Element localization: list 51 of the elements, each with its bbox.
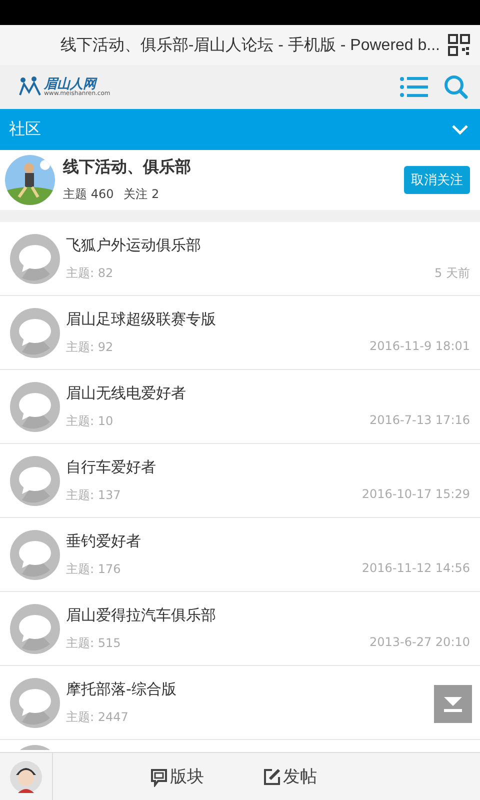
nav-tab[interactable]: 版块 [149,765,204,788]
topic-count: 主题: 176 [66,560,121,578]
chat-bubble-icon [10,456,60,506]
board-name: 摩托部落-综合版 [66,680,178,698]
last-post-time: 2016-10-17 15:29 [362,486,470,502]
scroll-down-button[interactable] [434,685,472,723]
last-post-time: 2016-11-9 18:01 [370,338,470,354]
board-row[interactable]: 飞狐户外运动俱乐部 主题: 82 5 天前 [0,222,480,296]
board-name: 自行车爱好者 [66,458,157,476]
board-name: 眉山无线电爱好者 [66,384,187,402]
board-row[interactable]: 垂钓爱好者 主题: 176 2016-11-12 14:56 [0,518,480,592]
edit-icon [262,766,282,786]
topic-count: 主题: 92 [66,338,114,356]
last-post-time: 2013-6-27 20:10 [370,634,470,650]
page-title: 线下活动、俱乐部-眉山人论坛 - 手机版 - Powered b... [60,36,440,56]
board-row[interactable]: 自行车爱好者 主题: 137 2016-10-17 15:29 [0,444,480,518]
forum-name: 线下活动、俱乐部 [63,157,192,178]
chat-icon [149,766,169,786]
chevron-down-icon[interactable] [452,124,468,134]
scroll-down-icon [443,696,463,712]
user-avatar[interactable] [10,760,42,792]
board-row[interactable]: 眉山无线电爱好者 主题: 10 2016-7-13 17:16 [0,370,480,444]
last-post-time: 2016-11-12 14:56 [362,560,470,576]
chat-bubble-icon [10,604,60,654]
chat-bubble-icon [10,530,60,580]
chat-bubble-icon [10,234,60,284]
topic-count: 主题: 2447 [66,708,128,726]
section-label: 社区 [9,119,41,140]
search-icon[interactable] [444,75,468,99]
board-row[interactable]: 眉山爱得拉汽车俱乐部 主题: 515 2013-6-27 20:10 [0,592,480,666]
chat-bubble-icon [10,308,60,358]
last-post-time: 2016-7-13 17:16 [370,412,470,428]
qr-code-icon[interactable] [448,34,470,56]
topic-count: 主题: 82 [66,264,114,282]
topic-count: 主题: 137 [66,486,121,504]
board-row[interactable]: 摩托部落-综合版 主题: 2447 [0,666,480,740]
chat-bubble-icon [10,678,60,728]
topic-count: 主题: 515 [66,634,121,652]
board-name: 飞狐户外运动俱乐部 [66,236,202,254]
nav-tab[interactable]: 发帖 [262,765,317,788]
forum-stat: 关注 2 [124,186,160,203]
forum-avatar [5,155,55,205]
forum-stat: 主题 460 [63,186,114,203]
board-name: 眉山爱得拉汽车俱乐部 [66,606,217,624]
board-row[interactable]: 眉山足球超级联赛专版 主题: 92 2016-11-9 18:01 [0,296,480,370]
chat-bubble-icon [10,382,60,432]
board-name: 垂钓爱好者 [66,532,142,550]
topic-count: 主题: 10 [66,412,114,430]
menu-icon[interactable] [400,76,428,98]
board-name: 眉山足球超级联赛专版 [66,310,217,328]
last-post-time: 5 天前 [434,264,470,282]
